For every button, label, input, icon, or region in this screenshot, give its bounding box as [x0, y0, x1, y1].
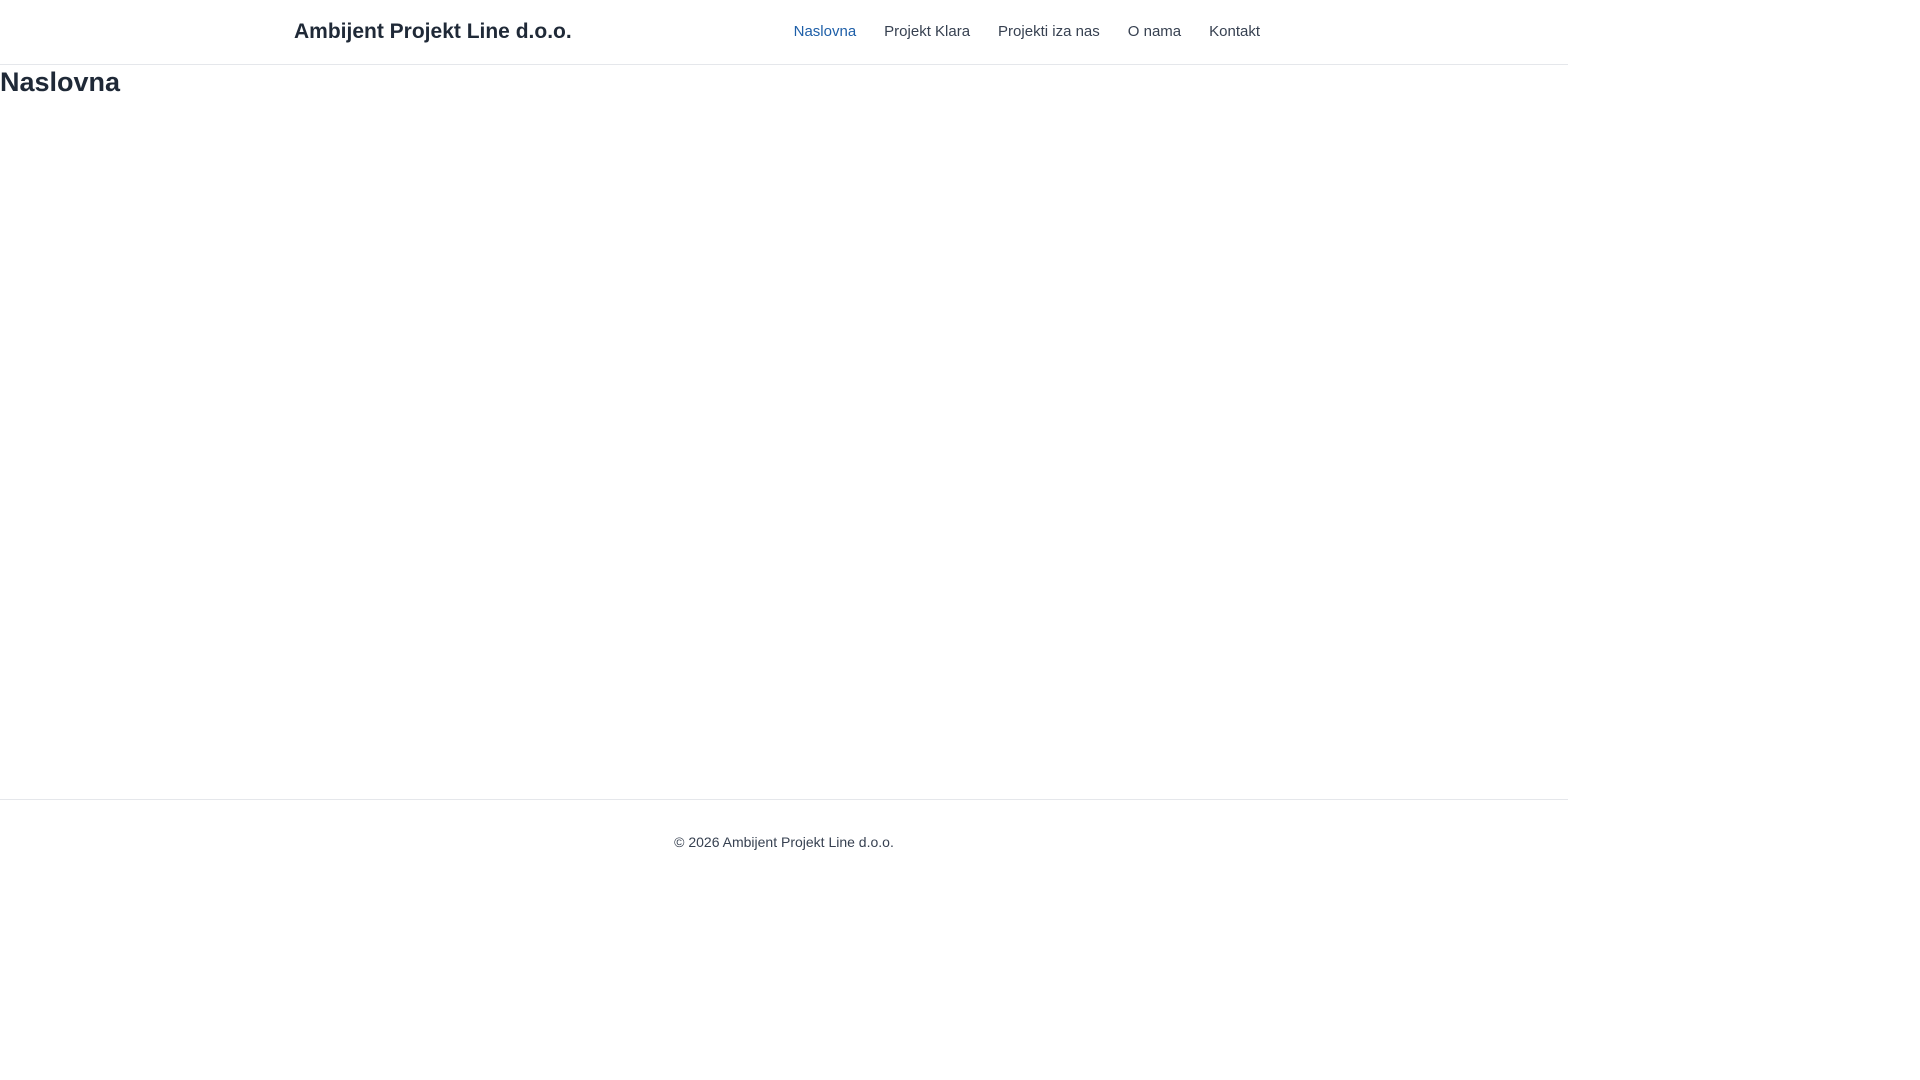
nav-link-projekti-iza-nas[interactable]: Projekti iza nas	[998, 22, 1100, 42]
page-title: Naslovna	[0, 67, 121, 97]
nav-link-kontakt[interactable]: Kontakt	[1209, 22, 1260, 42]
footer-copyright: © 2026 Ambijent Projekt Line d.o.o.	[674, 834, 894, 850]
page: Ambijent Projekt Line d.o.o. Naslovna Pr…	[0, 0, 1568, 882]
nav-link-projekt-klara[interactable]: Projekt Klara	[884, 22, 970, 42]
site-footer: © 2026 Ambijent Projekt Line d.o.o.	[0, 799, 1568, 882]
main-nav: Naslovna Projekt Klara Projekti iza nas …	[794, 0, 1260, 64]
nav-link-o-nama[interactable]: O nama	[1128, 22, 1181, 42]
site-brand-link[interactable]: Ambijent Projekt Line d.o.o.	[294, 18, 572, 46]
site-header: Ambijent Projekt Line d.o.o. Naslovna Pr…	[0, 0, 1568, 65]
nav-link-naslovna[interactable]: Naslovna	[794, 22, 857, 42]
